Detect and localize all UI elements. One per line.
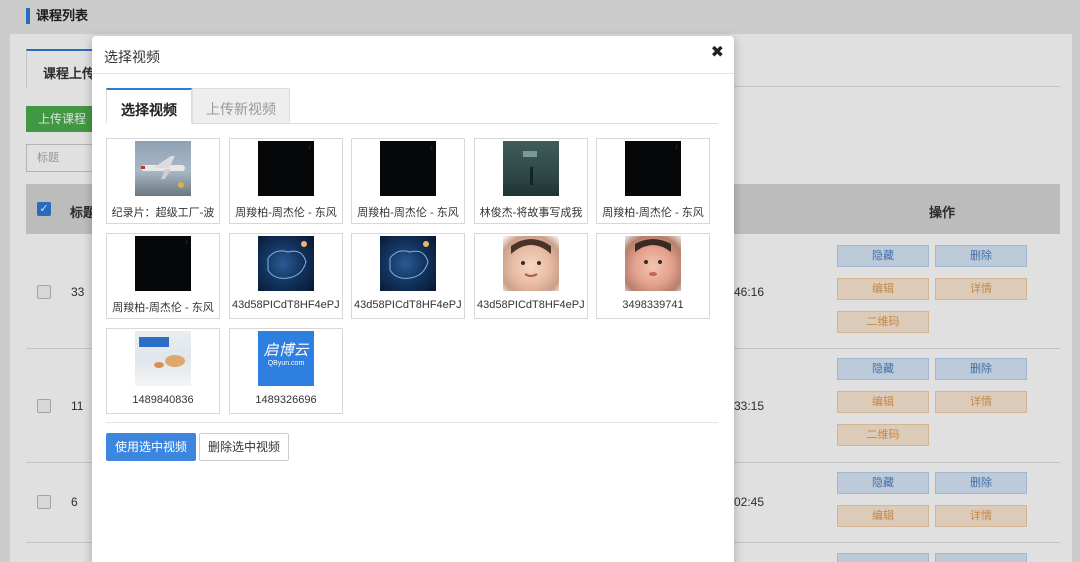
video-caption: 周羧柏-周杰伦 - 东风: [602, 207, 704, 219]
video-thumbnail: ♪: [625, 141, 681, 196]
video-card[interactable]: 纪录片：超级工厂-波: [106, 138, 220, 224]
use-selected-video-button[interactable]: 使用选中视频: [106, 433, 196, 461]
video-card[interactable]: ♪ 周羧柏-周杰伦 - 东风: [351, 138, 465, 224]
video-thumbnail: [625, 236, 681, 291]
svg-text:♪: ♪: [675, 145, 678, 151]
video-thumbnail: [380, 236, 436, 291]
video-thumbnail: [258, 236, 314, 291]
svg-text:♪: ♪: [308, 145, 311, 151]
video-thumbnail: ♪: [258, 141, 314, 196]
close-icon[interactable]: ✖: [711, 42, 724, 62]
logo-thumbnail: 启博云 QByun.com: [258, 331, 314, 386]
video-caption: 周羧柏-周杰伦 - 东风: [357, 207, 459, 219]
video-thumbnail: [135, 331, 191, 386]
video-caption: 43d58PICdT8HF4ePJ9: [354, 299, 462, 311]
video-caption: 纪录片：超级工厂-波: [111, 207, 215, 219]
video-caption: 周羧柏-周杰伦 - 东风: [112, 302, 214, 314]
select-video-modal: 选择视频 ✖ 选择视频 上传新视频 纪录片：超级工厂-波 ♪ 周羧柏-周杰伦 -…: [92, 36, 734, 562]
video-card[interactable]: ♪ 周羧柏-周杰伦 - 东风: [106, 233, 220, 319]
video-caption: 3498339741: [622, 299, 684, 311]
video-thumbnail: [503, 236, 559, 291]
video-thumbnail: [503, 141, 559, 196]
video-card[interactable]: 1489840836: [106, 328, 220, 414]
video-card[interactable]: 启博云 QByun.com 1489326696: [229, 328, 343, 414]
svg-text:♪: ♪: [430, 145, 433, 151]
logo-text: 启博云: [263, 342, 309, 359]
video-thumbnail: [135, 141, 191, 196]
modal-header: 选择视频 ✖: [92, 36, 734, 74]
video-card[interactable]: 3498339741: [596, 233, 710, 319]
video-thumbnail: ♪: [135, 236, 191, 291]
video-card[interactable]: 43d58PICdT8HF4ePJ9: [351, 233, 465, 319]
logo-subtext: QByun.com: [267, 360, 305, 367]
delete-selected-video-button[interactable]: 删除选中视频: [199, 433, 289, 461]
video-card[interactable]: ♪ 周羧柏-周杰伦 - 东风: [229, 138, 343, 224]
video-thumbnail: ♪: [380, 141, 436, 196]
video-caption: 林俊杰-将故事写成我: [479, 207, 583, 219]
video-caption: 1489840836: [132, 394, 194, 406]
video-card[interactable]: 43d58PICdT8HF4ePJ9: [474, 233, 588, 319]
video-card[interactable]: 林俊杰-将故事写成我: [474, 138, 588, 224]
tab-upload-new-video[interactable]: 上传新视频: [192, 88, 290, 124]
video-caption: 43d58PICdT8HF4ePJ9: [477, 299, 585, 311]
video-caption: 1489326696: [255, 394, 317, 406]
video-caption: 周羧柏-周杰伦 - 东风: [235, 207, 337, 219]
video-caption: 43d58PICdT8HF4ePJ9: [232, 299, 340, 311]
modal-title: 选择视频: [104, 49, 160, 65]
tab-select-video[interactable]: 选择视频: [106, 88, 192, 124]
svg-text:♪: ♪: [185, 240, 188, 246]
video-card[interactable]: 43d58PICdT8HF4ePJ9: [229, 233, 343, 319]
modal-divider: [106, 422, 718, 423]
video-card[interactable]: ♪ 周羧柏-周杰伦 - 东风: [596, 138, 710, 224]
modal-tabs: 选择视频 上传新视频: [106, 88, 718, 124]
